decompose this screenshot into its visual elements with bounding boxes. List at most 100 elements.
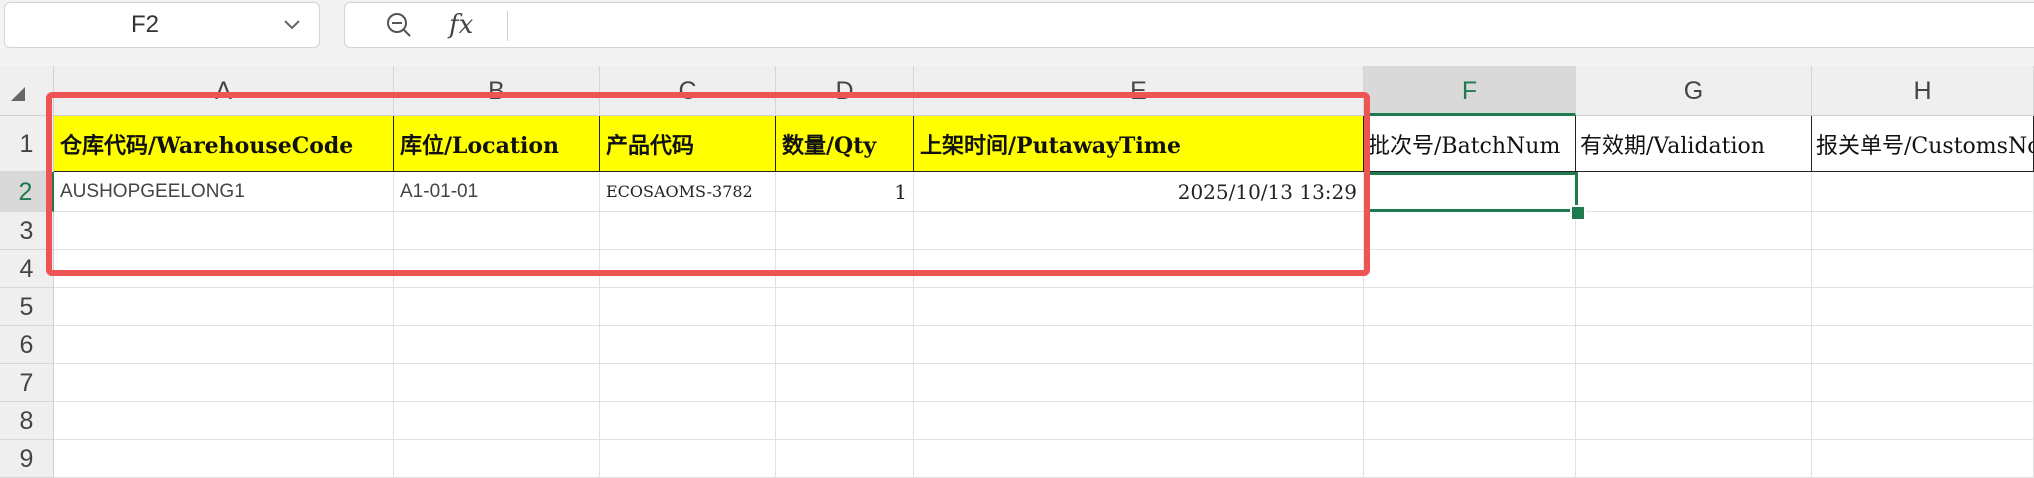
column-header-g[interactable]: G — [1576, 66, 1812, 116]
cell-b4[interactable] — [394, 250, 600, 288]
row-header-1[interactable]: 1 — [0, 116, 54, 172]
function-icon[interactable]: fx — [449, 5, 473, 45]
cell-b3[interactable] — [394, 212, 600, 250]
cell-a9[interactable] — [54, 440, 394, 478]
cell-f4[interactable] — [1364, 250, 1576, 288]
cell-e1[interactable]: 上架时间/PutawayTime — [914, 116, 1364, 172]
formula-bar: F2 fx — [0, 0, 2034, 67]
cell-d7[interactable] — [776, 364, 914, 402]
cell-f5[interactable] — [1364, 288, 1576, 326]
cell-d4[interactable] — [776, 250, 914, 288]
cell-a2[interactable]: AUSHOPGEELONG1 — [54, 172, 394, 212]
cell-f6[interactable] — [1364, 326, 1576, 364]
cell-b5[interactable] — [394, 288, 600, 326]
cell-f9[interactable] — [1364, 440, 1576, 478]
cell-h3[interactable] — [1812, 212, 2034, 250]
cell-c2[interactable]: ECOSAOMS-3782 — [600, 172, 776, 212]
cell-g1[interactable]: 有效期/Validation — [1576, 116, 1812, 172]
column-header-a[interactable]: A — [54, 66, 394, 116]
cell-g9[interactable] — [1576, 440, 1812, 478]
cell-d6[interactable] — [776, 326, 914, 364]
cell-c5[interactable] — [600, 288, 776, 326]
formula-input[interactable]: fx — [344, 2, 2034, 48]
cell-d1[interactable]: 数量/Qty — [776, 116, 914, 172]
cell-a7[interactable] — [54, 364, 394, 402]
cell-e7[interactable] — [914, 364, 1364, 402]
column-header-f[interactable]: F — [1364, 66, 1576, 116]
cell-b9[interactable] — [394, 440, 600, 478]
cell-f7[interactable] — [1364, 364, 1576, 402]
cell-h4[interactable] — [1812, 250, 2034, 288]
formula-separator — [507, 11, 508, 41]
select-all-corner[interactable] — [0, 66, 54, 116]
column-header-e[interactable]: E — [914, 66, 1364, 116]
cell-e8[interactable] — [914, 402, 1364, 440]
cell-a1[interactable]: 仓库代码/WarehouseCode — [54, 116, 394, 172]
cell-b6[interactable] — [394, 326, 600, 364]
cell-f3[interactable] — [1364, 212, 1576, 250]
cell-a4[interactable] — [54, 250, 394, 288]
row-header-9[interactable]: 9 — [0, 440, 54, 478]
cell-c7[interactable] — [600, 364, 776, 402]
cell-f8[interactable] — [1364, 402, 1576, 440]
cell-h5[interactable] — [1812, 288, 2034, 326]
cell-h1[interactable]: 报关单号/CustomsNo — [1812, 116, 2034, 172]
cell-a6[interactable] — [54, 326, 394, 364]
cell-d2[interactable]: 1 — [776, 172, 914, 212]
cell-e2[interactable]: 2025/10/13 13:29 — [914, 172, 1364, 212]
cell-c4[interactable] — [600, 250, 776, 288]
row-header-3[interactable]: 3 — [0, 212, 54, 250]
cell-d8[interactable] — [776, 402, 914, 440]
row-header-4[interactable]: 4 — [0, 250, 54, 288]
cell-c6[interactable] — [600, 326, 776, 364]
name-box-value[interactable]: F2 — [5, 3, 285, 47]
cell-g4[interactable] — [1576, 250, 1812, 288]
cell-g6[interactable] — [1576, 326, 1812, 364]
cell-a8[interactable] — [54, 402, 394, 440]
cell-e5[interactable] — [914, 288, 1364, 326]
chevron-down-icon[interactable] — [281, 13, 303, 35]
cell-h7[interactable] — [1812, 364, 2034, 402]
cell-c3[interactable] — [600, 212, 776, 250]
column-header-c[interactable]: C — [600, 66, 776, 116]
cell-g5[interactable] — [1576, 288, 1812, 326]
cell-d9[interactable] — [776, 440, 914, 478]
row-header-6[interactable]: 6 — [0, 326, 54, 364]
row-header-8[interactable]: 8 — [0, 402, 54, 440]
cell-h6[interactable] — [1812, 326, 2034, 364]
column-header-b[interactable]: B — [394, 66, 600, 116]
cell-g7[interactable] — [1576, 364, 1812, 402]
cell-b8[interactable] — [394, 402, 600, 440]
cell-d3[interactable] — [776, 212, 914, 250]
cell-c9[interactable] — [600, 440, 776, 478]
cell-g2[interactable] — [1576, 172, 1812, 212]
cell-b2[interactable]: A1-01-01 — [394, 172, 600, 212]
cell-f1[interactable]: 批次号/BatchNum — [1364, 116, 1576, 172]
row-header-7[interactable]: 7 — [0, 364, 54, 402]
cell-d5[interactable] — [776, 288, 914, 326]
cell-h8[interactable] — [1812, 402, 2034, 440]
cell-c1[interactable]: 产品代码 — [600, 116, 776, 172]
fill-handle[interactable] — [1570, 205, 1586, 221]
cell-b1[interactable]: 库位/Location — [394, 116, 600, 172]
cell-a5[interactable] — [54, 288, 394, 326]
cell-h2[interactable] — [1812, 172, 2034, 212]
row-header-5[interactable]: 5 — [0, 288, 54, 326]
cell-f2[interactable] — [1364, 172, 1576, 212]
cell-e3[interactable] — [914, 212, 1364, 250]
cell-e6[interactable] — [914, 326, 1364, 364]
cell-a3[interactable] — [54, 212, 394, 250]
column-header-d[interactable]: D — [776, 66, 914, 116]
zoom-icon[interactable] — [385, 11, 413, 39]
cell-b7[interactable] — [394, 364, 600, 402]
cell-c8[interactable] — [600, 402, 776, 440]
column-header-h[interactable]: H — [1812, 66, 2034, 116]
cell-g3[interactable] — [1576, 212, 1812, 250]
cell-e9[interactable] — [914, 440, 1364, 478]
cell-g8[interactable] — [1576, 402, 1812, 440]
row-header-2[interactable]: 2 — [0, 172, 54, 212]
cell-e4[interactable] — [914, 250, 1364, 288]
cell-h9[interactable] — [1812, 440, 2034, 478]
select-all-icon — [11, 87, 25, 101]
name-box[interactable]: F2 — [4, 2, 320, 48]
